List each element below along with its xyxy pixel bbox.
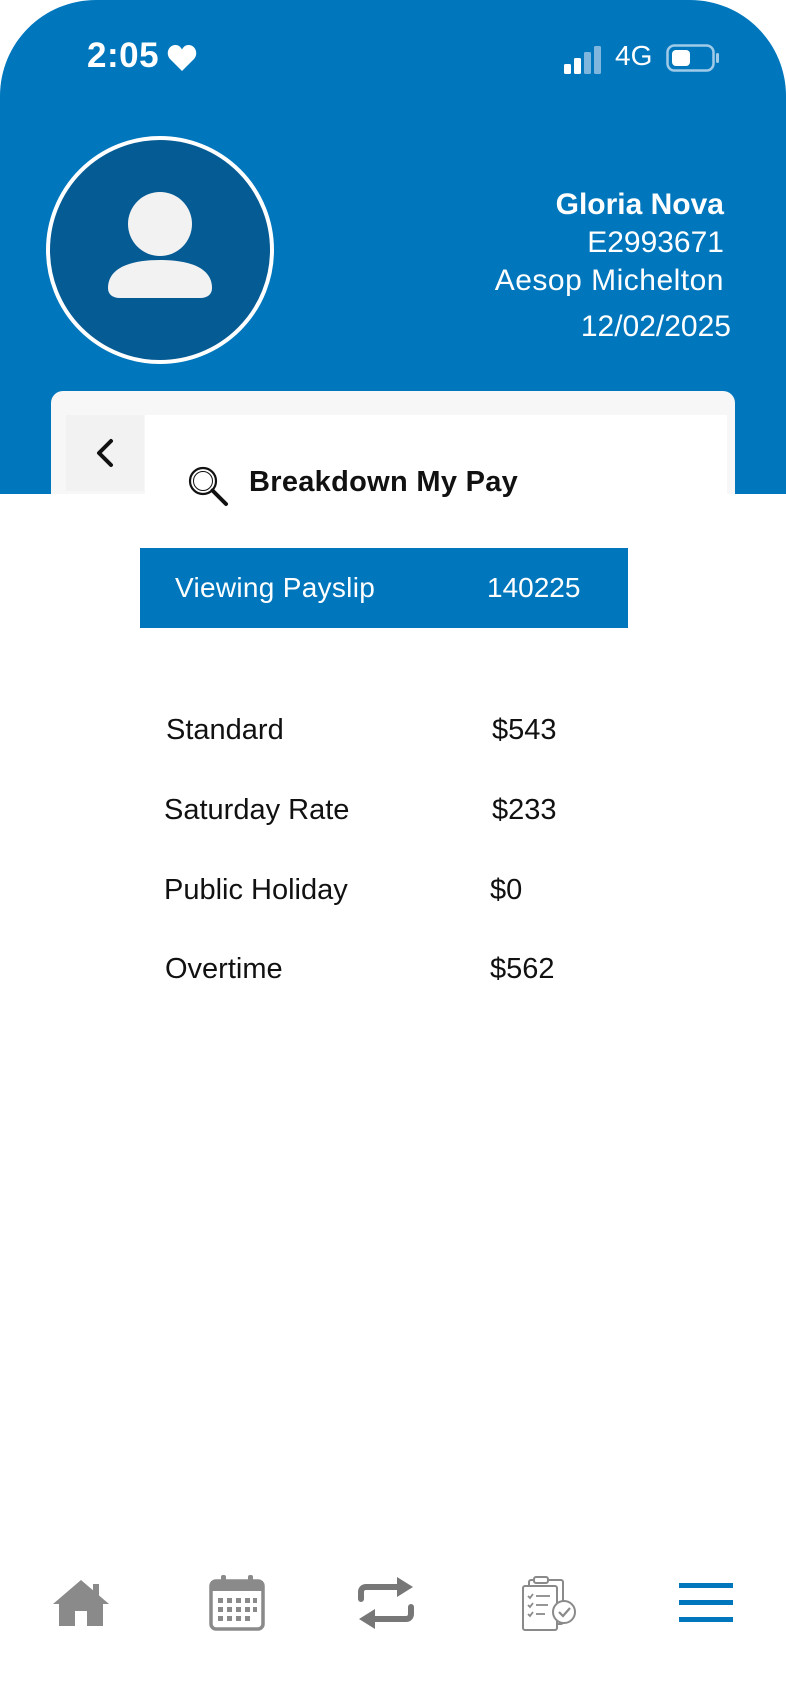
swap-icon bbox=[358, 1577, 414, 1629]
pay-amount: $233 bbox=[492, 794, 557, 826]
timesheet-icon bbox=[522, 1576, 576, 1631]
user-info: Gloria Nova E2993671 Aesop Michelton 12/… bbox=[494, 186, 731, 346]
pay-label: Standard bbox=[166, 714, 284, 746]
pay-amount: $0 bbox=[490, 874, 523, 906]
chevron-left-icon bbox=[97, 439, 113, 467]
payslip-label: Viewing Payslip bbox=[175, 572, 376, 603]
calendar-icon bbox=[209, 1575, 265, 1631]
pay-label: Public Holiday bbox=[164, 874, 348, 906]
nav-menu[interactable] bbox=[671, 1568, 741, 1638]
magnifier-icon bbox=[188, 466, 228, 506]
pay-row-standard: Standard $543 bbox=[164, 714, 584, 754]
pay-row-public-holiday: Public Holiday $0 bbox=[164, 874, 584, 914]
signal-icon bbox=[564, 46, 601, 74]
payslip-number: 140225 bbox=[487, 572, 581, 603]
pay-label: Overtime bbox=[165, 953, 283, 985]
nav-swap[interactable] bbox=[351, 1568, 421, 1638]
user-icon bbox=[108, 192, 212, 298]
manager-name: Aesop Michelton bbox=[494, 264, 724, 297]
pay-amount: $562 bbox=[490, 953, 555, 985]
pay-row-saturday: Saturday Rate $233 bbox=[164, 794, 584, 834]
nav-home[interactable] bbox=[46, 1568, 116, 1638]
bottom-nav bbox=[0, 1550, 786, 1704]
avatar[interactable] bbox=[46, 136, 274, 364]
payslip-selector[interactable]: Viewing Payslip 140225 bbox=[140, 548, 628, 628]
network-label: 4G bbox=[615, 40, 653, 71]
pay-amount: $543 bbox=[492, 714, 557, 746]
nav-timesheet[interactable] bbox=[515, 1568, 585, 1638]
status-time: 2:05 bbox=[87, 36, 160, 75]
pay-label: Saturday Rate bbox=[164, 794, 350, 826]
user-name: Gloria Nova bbox=[555, 188, 724, 221]
pay-row-overtime: Overtime $562 bbox=[164, 953, 584, 993]
back-button[interactable] bbox=[66, 415, 144, 491]
page-title: Breakdown My Pay bbox=[249, 466, 519, 498]
home-icon bbox=[53, 1580, 109, 1626]
heart-icon bbox=[167, 45, 197, 71]
menu-icon bbox=[679, 1583, 733, 1622]
nav-calendar[interactable] bbox=[202, 1568, 272, 1638]
employee-id: E2993671 bbox=[587, 226, 724, 259]
date-label: 12/02/2025 bbox=[580, 310, 731, 343]
battery-icon bbox=[666, 44, 719, 72]
